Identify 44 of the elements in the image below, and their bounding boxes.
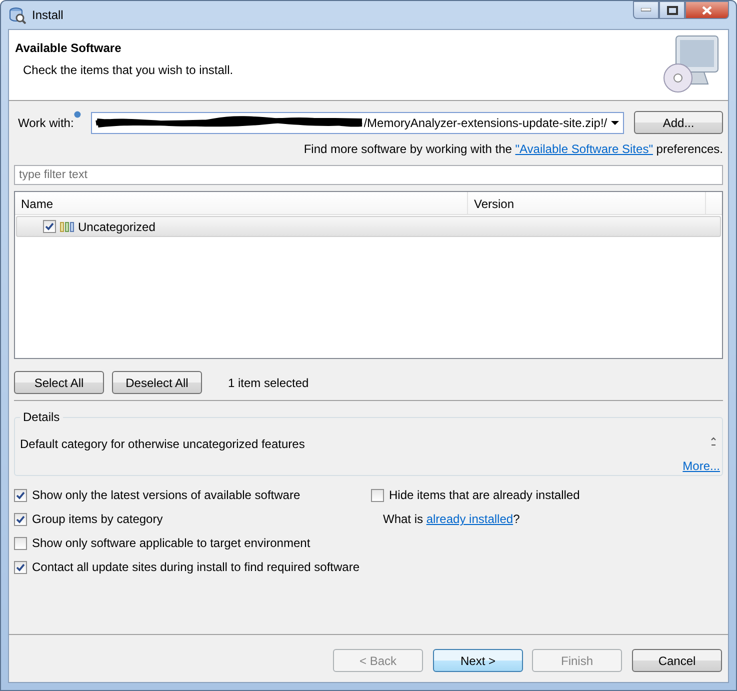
tree-row[interactable]: Uncategorized — [16, 216, 721, 237]
details-text: Default category for otherwise uncategorized features — [20, 437, 306, 451]
checkbox-label: Show only the latest versions of available software — [32, 488, 300, 502]
wizard-button[interactable]: Cancel — [632, 649, 722, 672]
install-icon — [8, 6, 26, 24]
find-more-text: Find more software by working with the "Available Software Sites" preferences. — [304, 142, 723, 156]
tree-item-label: Uncategorized — [78, 220, 156, 234]
info-icon — [74, 111, 81, 118]
checkbox-label: Hide items that are already installed — [389, 488, 580, 502]
add-button[interactable]: Add... — [634, 111, 723, 134]
page-title: Available Software — [15, 41, 122, 55]
column-header[interactable]: Name — [15, 192, 468, 214]
selection-button[interactable]: Select All — [14, 371, 104, 394]
filter-field[interactable]: type filter text — [14, 165, 723, 185]
checkbox-label: Group items by category — [32, 512, 163, 526]
selection-status: 1 item selected — [228, 376, 309, 390]
minimize-icon — [641, 8, 651, 12]
work-with-combo[interactable]: /MemoryAnalyzer-extensions-update-site.zip!/ — [90, 112, 624, 134]
checkbox-label: Show only software applicable to target environment — [32, 536, 310, 550]
checkbox[interactable] — [14, 536, 27, 550]
already-installed-link[interactable]: already installed — [426, 512, 514, 526]
checkbox[interactable] — [14, 488, 27, 502]
checkbox[interactable] — [43, 220, 56, 233]
more-link[interactable]: More... — [682, 459, 720, 473]
close-button[interactable] — [685, 1, 729, 19]
details-title: Details — [20, 410, 63, 424]
maximize-icon — [666, 6, 678, 14]
work-with-label: Work with: — [18, 116, 74, 130]
close-icon — [702, 6, 712, 14]
maximize-button[interactable] — [659, 1, 685, 19]
scroll-arrows-icon — [711, 437, 716, 447]
checkbox[interactable] — [14, 560, 27, 574]
minimize-button[interactable] — [633, 1, 659, 19]
available-software-sites-link[interactable]: "Available Software Sites" — [515, 142, 653, 156]
page-description: Check the items that you wish to install. — [23, 63, 234, 77]
column-header[interactable]: Version — [468, 192, 706, 214]
info-text: What is already installed? — [383, 512, 520, 526]
category-icon — [60, 222, 74, 232]
checkbox[interactable] — [371, 488, 384, 502]
selection-button[interactable]: Deselect All — [112, 371, 202, 394]
checkbox[interactable] — [14, 512, 27, 526]
wizard-button[interactable]: Next > — [433, 649, 523, 672]
checkbox-label: Contact all update sites during install to find required software — [32, 560, 360, 574]
window-title: Install — [32, 8, 64, 22]
